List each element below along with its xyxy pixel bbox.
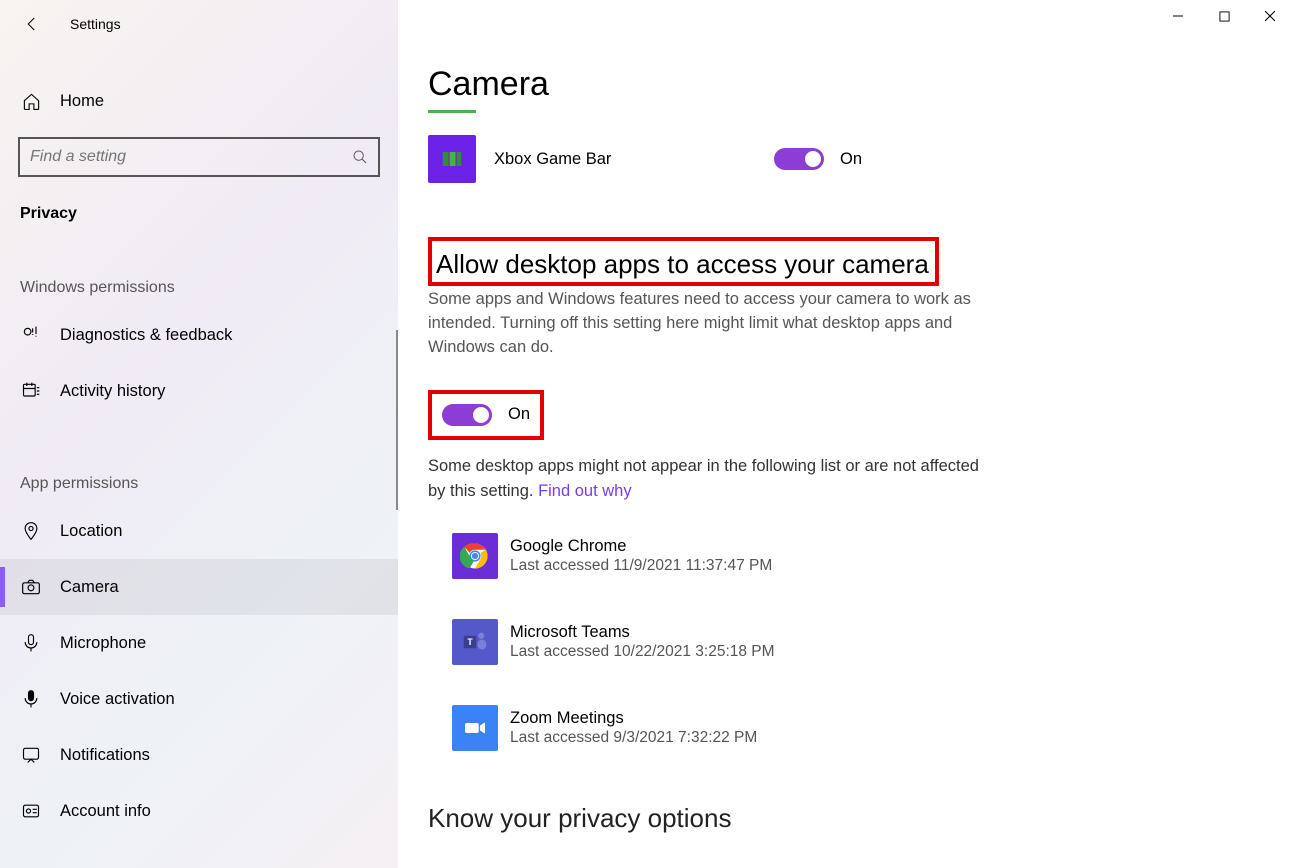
chrome-icon xyxy=(452,533,498,579)
minimize-icon xyxy=(1172,10,1184,22)
close-icon xyxy=(1264,10,1276,22)
history-icon xyxy=(20,381,42,401)
sidebar-item-account[interactable]: Account info xyxy=(0,783,398,839)
sidebar-item-notifications[interactable]: Notifications xyxy=(0,727,398,783)
sidebar-item-label: Activity history xyxy=(60,382,165,401)
window-controls xyxy=(1155,0,1293,32)
sidebar-item-label: Location xyxy=(60,522,122,541)
sidebar-item-activity[interactable]: Activity history xyxy=(0,363,398,419)
home-icon xyxy=(20,92,42,111)
zoom-icon xyxy=(452,705,498,751)
highlight-box-heading: Allow desktop apps to access your camera xyxy=(428,237,939,286)
app-row-xbox: Xbox Game Bar On xyxy=(428,135,1253,183)
section-header-windows-permissions: Windows permissions xyxy=(20,279,380,297)
sidebar-item-microphone[interactable]: Microphone xyxy=(0,615,398,671)
minimize-button[interactable] xyxy=(1155,0,1201,32)
feedback-icon xyxy=(20,325,42,345)
sidebar-item-voice[interactable]: Voice activation xyxy=(0,671,398,727)
desktop-app-row: Google Chrome Last accessed 11/9/2021 11… xyxy=(452,533,1253,579)
close-button[interactable] xyxy=(1247,0,1293,32)
note-text: Some desktop apps might not appear in th… xyxy=(428,454,988,504)
sidebar: Settings Home Privacy Windows permission… xyxy=(0,0,398,868)
maximize-button[interactable] xyxy=(1201,0,1247,32)
sidebar-item-label: Account info xyxy=(60,802,151,821)
search-icon xyxy=(352,149,368,165)
notifications-icon xyxy=(20,745,42,765)
sidebar-item-label: Notifications xyxy=(60,746,150,765)
app-name: Xbox Game Bar xyxy=(494,150,774,169)
nav-list-windows: Diagnostics & feedback Activity history xyxy=(0,307,398,419)
category-label: Privacy xyxy=(20,205,380,223)
desktop-apps-heading: Allow desktop apps to access your camera xyxy=(436,249,929,280)
sidebar-item-label: Microphone xyxy=(60,634,146,653)
search-input[interactable] xyxy=(30,148,352,166)
sidebar-item-label: Diagnostics & feedback xyxy=(60,326,232,345)
toggle-state: On xyxy=(508,405,530,424)
note-prefix: Some desktop apps might not appear in th… xyxy=(428,457,979,500)
app-name: Google Chrome xyxy=(510,537,772,556)
arrow-left-icon xyxy=(23,15,41,33)
search-input-wrapper[interactable] xyxy=(18,137,380,177)
highlight-box-toggle: On xyxy=(428,390,544,440)
desktop-apps-toggle[interactable] xyxy=(442,404,492,426)
sidebar-item-camera[interactable]: Camera xyxy=(0,559,398,615)
home-nav[interactable]: Home xyxy=(18,78,380,125)
app-last-accessed: Last accessed 10/22/2021 3:25:18 PM xyxy=(510,643,775,661)
sidebar-item-location[interactable]: Location xyxy=(0,503,398,559)
app-name: Microsoft Teams xyxy=(510,623,775,642)
home-label: Home xyxy=(60,92,104,111)
back-button[interactable] xyxy=(8,0,56,48)
page-title: Camera xyxy=(428,65,1253,104)
main-content: Camera Xbox Game Bar On Allow desktop ap… xyxy=(398,0,1293,868)
nav-list-app: Location Camera Microphone xyxy=(0,503,398,839)
app-name: Zoom Meetings xyxy=(510,709,757,728)
desktop-apps-description: Some apps and Windows features need to a… xyxy=(428,288,988,360)
sidebar-item-label: Voice activation xyxy=(60,690,175,709)
toggle-state: On xyxy=(840,150,862,169)
xbox-toggle[interactable] xyxy=(774,148,824,170)
app-last-accessed: Last accessed 9/3/2021 7:32:22 PM xyxy=(510,729,757,747)
account-icon xyxy=(20,801,42,821)
title-underline xyxy=(428,110,476,113)
desktop-app-row: Zoom Meetings Last accessed 9/3/2021 7:3… xyxy=(452,705,1253,751)
find-out-why-link[interactable]: Find out why xyxy=(538,482,632,500)
voice-icon xyxy=(20,689,42,709)
privacy-options-heading: Know your privacy options xyxy=(428,803,1253,834)
desktop-app-row: T Microsoft Teams Last accessed 10/22/20… xyxy=(452,619,1253,665)
svg-text:T: T xyxy=(467,637,473,647)
sidebar-item-label: Camera xyxy=(60,578,119,597)
desktop-apps-list: Google Chrome Last accessed 11/9/2021 11… xyxy=(452,533,1253,751)
location-icon xyxy=(20,521,42,541)
window-title: Settings xyxy=(70,16,121,32)
app-last-accessed: Last accessed 11/9/2021 11:37:47 PM xyxy=(510,557,772,575)
teams-icon: T xyxy=(452,619,498,665)
xbox-icon xyxy=(428,135,476,183)
section-header-app-permissions: App permissions xyxy=(20,475,380,493)
microphone-icon xyxy=(20,633,42,653)
sidebar-item-diagnostics[interactable]: Diagnostics & feedback xyxy=(0,307,398,363)
camera-icon xyxy=(20,577,42,597)
maximize-icon xyxy=(1219,11,1230,22)
